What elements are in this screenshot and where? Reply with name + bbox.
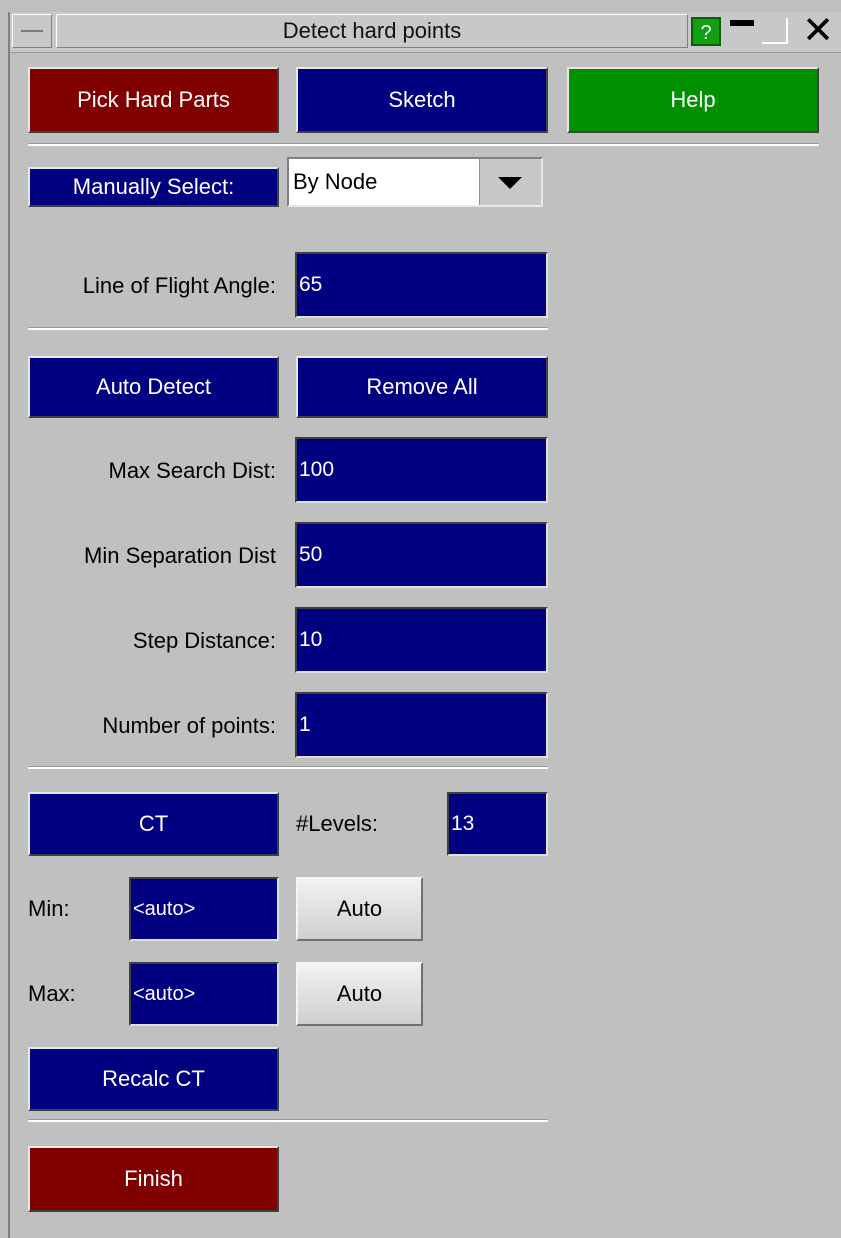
separator bbox=[28, 327, 548, 330]
close-icon[interactable]: ✕ bbox=[798, 12, 838, 50]
separator bbox=[28, 1119, 548, 1122]
min-label: Min: bbox=[28, 896, 70, 921]
line-of-flight-angle-label: Line of Flight Angle: bbox=[82, 273, 276, 298]
auto-detect-button[interactable]: Auto Detect bbox=[28, 356, 279, 418]
step-distance-label: Step Distance: bbox=[132, 628, 276, 653]
pick-hard-parts-button[interactable]: Pick Hard Parts bbox=[28, 67, 279, 133]
minimize-icon[interactable] bbox=[728, 16, 756, 46]
min-separation-dist-input[interactable]: 50 bbox=[295, 522, 548, 588]
system-menu-button[interactable] bbox=[12, 14, 52, 48]
dropdown-value: By Node bbox=[293, 169, 378, 194]
remove-all-button[interactable]: Remove All bbox=[296, 356, 548, 418]
manually-select-button[interactable]: Manually Select: bbox=[28, 167, 279, 207]
recalc-ct-button[interactable]: Recalc CT bbox=[28, 1047, 279, 1111]
max-label: Max: bbox=[28, 981, 76, 1006]
min-auto-button[interactable]: Auto bbox=[296, 877, 423, 941]
number-of-points-label: Number of points: bbox=[102, 713, 276, 738]
maximize-icon[interactable] bbox=[760, 16, 790, 46]
sketch-button[interactable]: Sketch bbox=[296, 67, 548, 133]
step-distance-input[interactable]: 10 bbox=[295, 607, 548, 673]
max-search-dist-input[interactable]: 100 bbox=[295, 437, 548, 503]
separator bbox=[28, 143, 819, 146]
levels-label: #Levels: bbox=[296, 811, 378, 836]
finish-button[interactable]: Finish bbox=[28, 1146, 279, 1212]
number-of-points-input[interactable]: 1 bbox=[295, 692, 548, 758]
line-of-flight-angle-input[interactable]: 65 bbox=[295, 252, 548, 318]
title-help-button[interactable]: ? bbox=[691, 17, 721, 46]
max-search-dist-label: Max Search Dist: bbox=[108, 458, 277, 483]
min-separation-dist-label: Min Separation Dist bbox=[84, 543, 276, 568]
title-bar: Detect hard points ? ✕ bbox=[10, 12, 841, 53]
min-input[interactable]: <auto> bbox=[129, 877, 279, 941]
separator bbox=[28, 766, 548, 769]
help-button[interactable]: Help bbox=[567, 67, 819, 133]
chevron-down-icon[interactable] bbox=[479, 159, 541, 205]
max-auto-button[interactable]: Auto bbox=[296, 962, 423, 1026]
ct-button[interactable]: CT bbox=[28, 792, 279, 856]
manual-select-dropdown[interactable]: By Node bbox=[287, 157, 543, 207]
window-title: Detect hard points bbox=[56, 14, 688, 48]
max-input[interactable]: <auto> bbox=[129, 962, 279, 1026]
levels-input[interactable]: 13 bbox=[447, 792, 548, 856]
